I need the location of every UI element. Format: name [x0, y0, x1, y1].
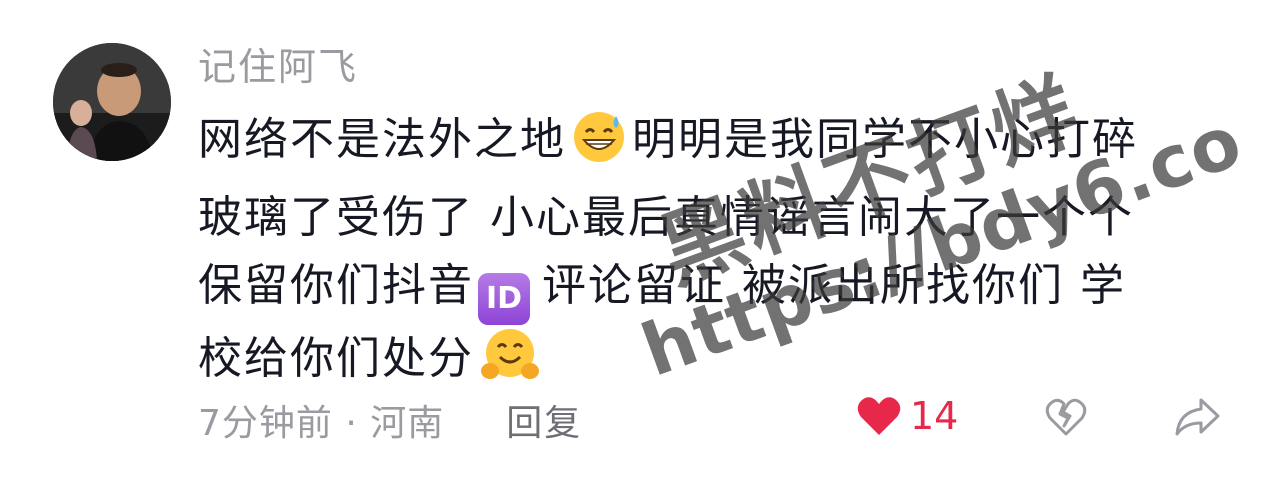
comment-line-3a: 保留你们抖音 — [198, 260, 474, 311]
broken-heart-icon — [1045, 398, 1087, 436]
comment-line-1b: 明明是我同学不小心打碎 — [632, 114, 1138, 165]
avatar[interactable] — [53, 43, 171, 161]
comment-line-2: 玻璃了受伤了 小心最后真情谣言闹大了一个个 — [198, 192, 1134, 243]
id-badge-icon: ID — [478, 273, 530, 325]
dislike-button[interactable] — [1043, 396, 1089, 447]
comment-footer: 7分钟前 · 河南 回复 14 — [198, 392, 1238, 448]
comment-line-1a: 网络不是法外之地 — [198, 114, 566, 165]
share-arrow-icon — [1175, 398, 1220, 436]
comment-line-3b: 评论留证 被派出所找你们 学 — [542, 260, 1126, 311]
comment-content: 网络不是法外之地 明明是我同学不小心打碎 玻璃了受伤了 小心最后真情谣言闹大了一个… — [198, 106, 1208, 403]
heart-icon — [857, 397, 901, 435]
grinning-sweat-emoji — [572, 110, 626, 184]
like-button[interactable]: 14 — [856, 394, 958, 438]
comment-username[interactable]: 记住阿飞 — [198, 42, 358, 92]
avatar-photo — [53, 43, 171, 161]
like-count: 14 — [910, 394, 959, 438]
comment-meta: 7分钟前 · 河南 — [198, 403, 445, 444]
comment-line-4: 校给你们处分 — [198, 333, 474, 384]
reply-button[interactable]: 回复 — [506, 394, 582, 446]
share-button[interactable] — [1173, 396, 1221, 447]
